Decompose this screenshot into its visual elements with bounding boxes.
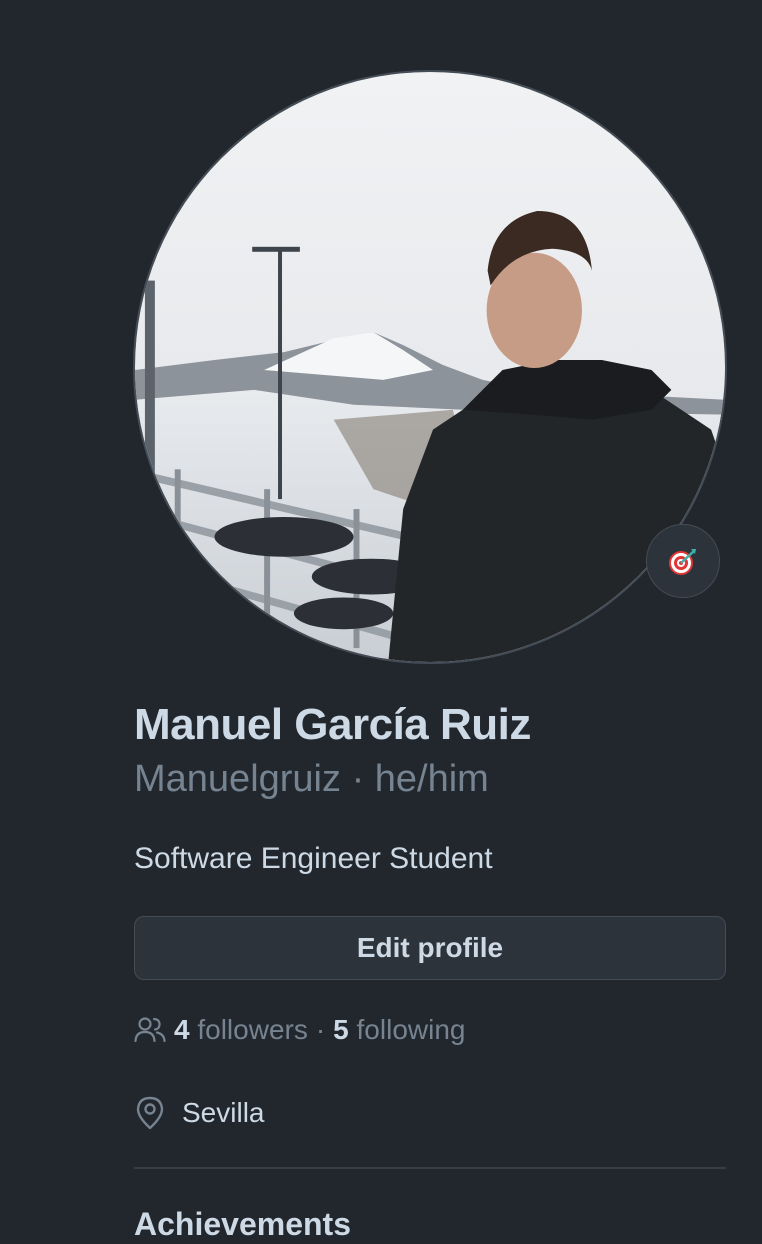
achievements-heading[interactable]: Achievements bbox=[134, 1206, 351, 1243]
avatar-container bbox=[133, 70, 727, 664]
stats-separator: · bbox=[315, 1014, 326, 1045]
following-label: following bbox=[356, 1014, 466, 1045]
following-link[interactable]: 5 following bbox=[333, 1014, 465, 1046]
profile-pronouns: he/him bbox=[374, 758, 489, 800]
profile-bio: Software Engineer Student bbox=[134, 842, 493, 875]
edit-profile-button[interactable]: Edit profile bbox=[134, 916, 726, 980]
followers-label: followers bbox=[197, 1014, 308, 1045]
avatar[interactable] bbox=[133, 70, 727, 664]
profile-handle-line: Manuelgruiz · he/him bbox=[134, 758, 489, 801]
follow-stats: 4 followers · 5 following bbox=[134, 1014, 465, 1046]
target-icon bbox=[669, 549, 696, 575]
following-count: 5 bbox=[333, 1014, 349, 1045]
location-label: Sevilla bbox=[182, 1097, 265, 1128]
followers-link[interactable]: 4 followers bbox=[174, 1014, 308, 1046]
people-icon bbox=[134, 1017, 166, 1043]
section-divider bbox=[134, 1167, 726, 1169]
location-icon bbox=[136, 1096, 164, 1130]
handle-separator: · bbox=[351, 758, 365, 800]
followers-count: 4 bbox=[174, 1014, 190, 1045]
location-item: Sevilla bbox=[134, 1096, 264, 1130]
status-emoji-button[interactable] bbox=[646, 524, 720, 598]
profile-username: Manuelgruiz bbox=[134, 758, 341, 800]
avatar-photo bbox=[135, 72, 725, 662]
profile-full-name: Manuel García Ruiz bbox=[134, 700, 531, 749]
